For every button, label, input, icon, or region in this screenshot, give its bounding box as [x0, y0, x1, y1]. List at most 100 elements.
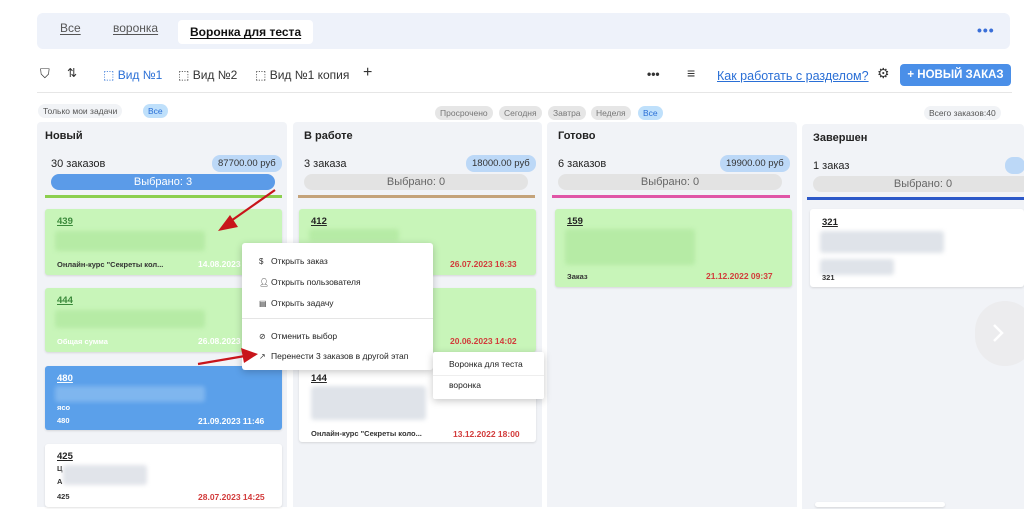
selected-counter[interactable]: Выбрано: 0	[813, 176, 1024, 192]
menu-item-cancel-selection[interactable]: ⊘ Отменить выбор	[259, 331, 337, 341]
all-filter[interactable]: Все	[143, 104, 168, 118]
view-icon: ⬚	[255, 68, 267, 82]
column-count: 6 заказов	[558, 158, 607, 170]
column-count: 30 заказов	[51, 158, 106, 170]
column-title: Готово	[558, 130, 596, 142]
order-text: ясо	[57, 403, 71, 412]
help-link[interactable]: Как работать с разделом?	[717, 69, 869, 83]
chevron-right-icon	[993, 324, 1004, 342]
menu-item-label: Отменить выбор	[271, 331, 338, 341]
column-sum-badge: 18000.00 руб	[466, 155, 536, 172]
view-1-copy-label: Вид №1 копия	[269, 68, 350, 82]
order-card[interactable]: 425 Ц А 425 28.07.2023 14:25	[45, 444, 282, 507]
tomorrow-filter[interactable]: Завтра	[548, 106, 586, 120]
selected-counter[interactable]: Выбрано: 0	[304, 174, 528, 190]
list-icon[interactable]: ≡	[687, 65, 695, 81]
order-card[interactable]: 321 321	[810, 209, 1024, 287]
blurred-content	[55, 386, 205, 402]
blurred-content	[55, 231, 205, 251]
submenu-item-test-funnel[interactable]: Воронка для теста	[449, 359, 523, 369]
order-id-link[interactable]: 425	[57, 451, 73, 462]
toolbar: ⛉ ⇅ ⬚ Вид №1 ⬚ Вид №2 ⬚ Вид №1 копия + •…	[37, 62, 1012, 88]
new-order-button[interactable]: + НОВЫЙ ЗАКАЗ	[900, 64, 1011, 86]
view-1-label: Вид №1	[117, 68, 163, 82]
user-icon: 👤︎	[259, 278, 270, 287]
order-id-link[interactable]: 439	[57, 216, 73, 227]
column-title: В работе	[304, 130, 353, 142]
add-view-button[interactable]: +	[363, 64, 372, 82]
blurred-content	[565, 229, 695, 265]
order-product: Онлайн-курс "Секреты коло...	[311, 429, 422, 438]
menu-item-open-task[interactable]: ▤ Открыть задачу	[259, 298, 334, 308]
order-id-link[interactable]: 159	[567, 216, 583, 227]
view-1-tab[interactable]: ⬚ Вид №1	[103, 68, 162, 82]
order-date: 20.06.2023 14:02	[450, 336, 517, 346]
column-color-line	[552, 195, 790, 198]
menu-item-label: Открыть задачу	[271, 298, 334, 308]
submenu-divider	[433, 375, 544, 376]
column-ready: Готово 6 заказов 19900.00 руб Выбрано: 0	[547, 122, 797, 507]
arrow-up-right-icon: ↗	[259, 352, 266, 361]
more-button[interactable]: •••	[647, 67, 660, 81]
menu-item-move-stage[interactable]: ↗ Перенести 3 заказов в другой этап	[259, 351, 408, 361]
order-number: 321	[822, 273, 835, 282]
order-card[interactable]	[815, 502, 945, 507]
order-id-link[interactable]: 144	[311, 373, 327, 384]
all-dates-filter[interactable]: Все	[638, 106, 663, 120]
context-menu: $ Открыть заказ 👤︎ Открыть пользователя ▤ О…	[242, 243, 433, 370]
scroll-right-button[interactable]	[975, 301, 1024, 366]
view-1-copy-tab[interactable]: ⬚ Вид №1 копия	[255, 68, 349, 82]
tab-test-funnel[interactable]: Воронка для теста	[178, 20, 314, 44]
order-sum-label: Общая сумма	[57, 337, 108, 346]
column-title: Новый	[45, 130, 83, 142]
order-card-selected[interactable]: 480 ясо 480 21.09.2023 11:46	[45, 366, 282, 430]
column-count: 1 заказ	[813, 160, 850, 172]
selected-counter[interactable]: Выбрано: 0	[558, 174, 782, 190]
gear-icon[interactable]: ⚙	[877, 65, 890, 82]
move-submenu: Воронка для теста воронка	[433, 352, 544, 399]
tab-all[interactable]: Все	[60, 21, 81, 35]
menu-item-label: Открыть заказ	[271, 256, 328, 266]
check-circle-icon: ⊘	[259, 332, 266, 341]
order-id-link[interactable]: 321	[822, 217, 838, 228]
week-filter[interactable]: Неделя	[591, 106, 631, 120]
blurred-content	[63, 465, 147, 485]
column-color-line	[298, 195, 535, 198]
blurred-content	[820, 231, 944, 253]
sort-icon[interactable]: ⇅	[67, 66, 77, 80]
order-date: 13.12.2022 18:00	[453, 429, 520, 439]
column-color-line	[807, 197, 1024, 200]
order-number: 425	[57, 492, 70, 501]
order-text: А	[57, 477, 63, 486]
order-id-link[interactable]: 444	[57, 295, 73, 306]
tab-funnel[interactable]: воронка	[113, 21, 158, 35]
order-number: 480	[57, 416, 70, 425]
today-filter[interactable]: Сегодня	[499, 106, 542, 120]
view-icon: ⬚	[103, 68, 115, 82]
menu-item-label: Открыть пользователя	[271, 277, 361, 287]
column-count: 3 заказа	[304, 158, 347, 170]
calendar-icon: ▤	[259, 299, 267, 308]
more-icon[interactable]: •••	[977, 22, 995, 38]
menu-item-label: Перенести 3 заказов в другой этап	[271, 351, 409, 361]
order-date: 28.07.2023 14:25	[198, 492, 265, 502]
column-sum-badge: 19900.00 руб	[720, 155, 790, 172]
column-sum-badge	[1005, 157, 1024, 174]
view-2-tab[interactable]: ⬚ Вид №2	[178, 68, 237, 82]
selected-counter[interactable]: Выбрано: 3	[51, 174, 275, 190]
view-2-label: Вид №2	[192, 68, 238, 82]
order-card[interactable]: 159 Заказ 21.12.2022 09:37	[555, 209, 792, 287]
menu-item-open-user[interactable]: 👤︎ Открыть пользователя	[259, 277, 361, 287]
only-my-tasks-filter[interactable]: Только мои задачи	[38, 104, 123, 118]
overdue-filter[interactable]: Просрочено	[435, 106, 493, 120]
filter-icon[interactable]: ⛉	[40, 66, 50, 82]
submenu-item-funnel[interactable]: воронка	[449, 380, 481, 390]
menu-item-open-order[interactable]: $ Открыть заказ	[259, 256, 328, 266]
total-orders-badge: Всего заказов:40	[924, 106, 1001, 120]
blurred-content	[309, 229, 399, 241]
order-id-link[interactable]: 480	[57, 373, 73, 384]
order-id-link[interactable]: 412	[311, 216, 327, 227]
order-product: Заказ	[567, 272, 588, 281]
menu-divider	[242, 318, 433, 319]
order-date: 26.08.2023	[198, 336, 241, 346]
